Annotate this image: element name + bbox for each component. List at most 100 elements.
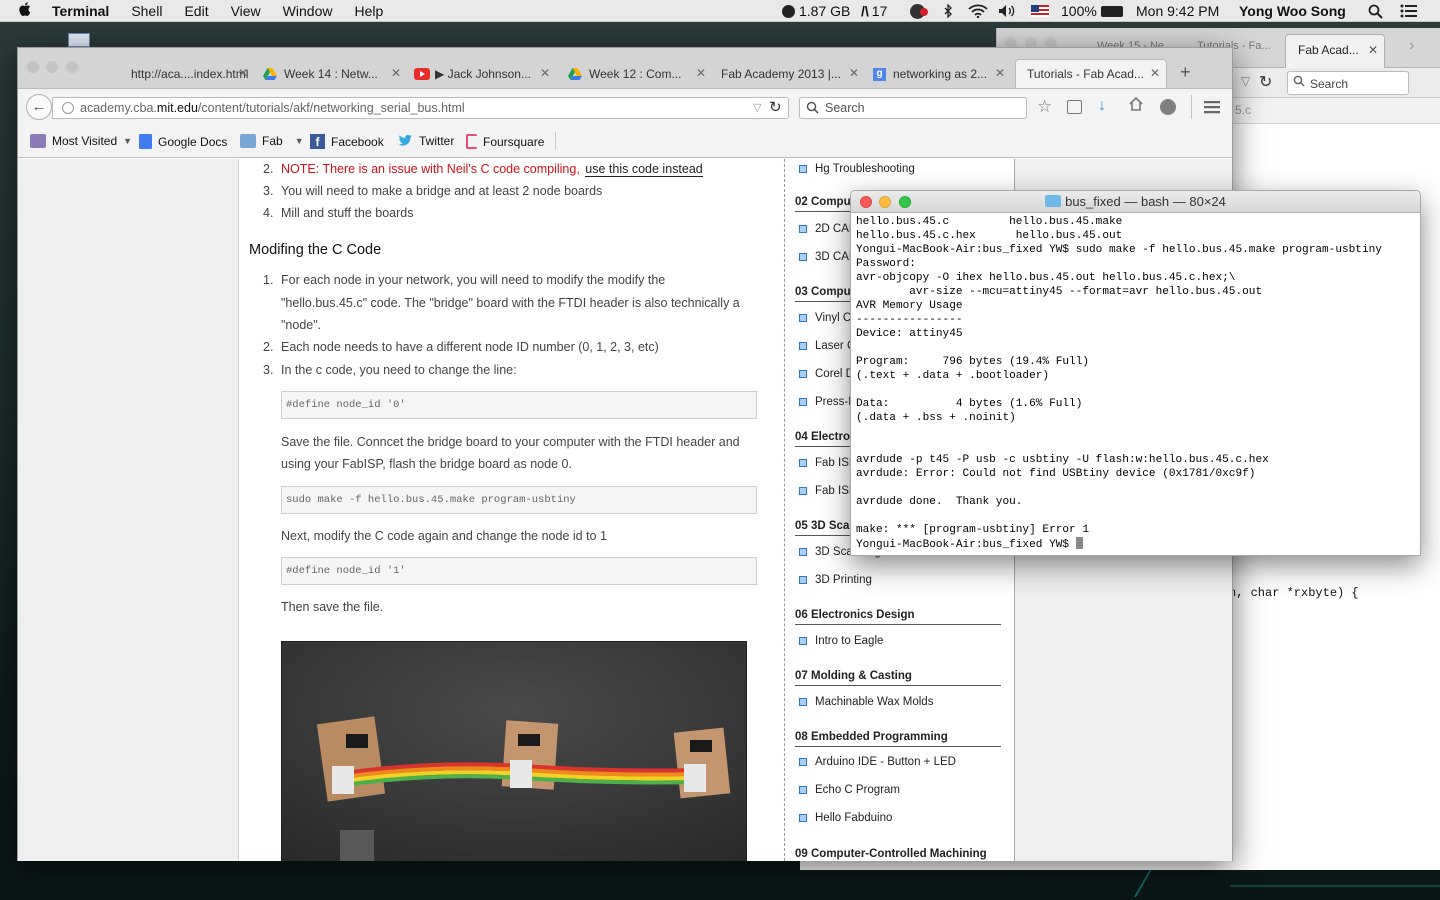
terminal-cursor[interactable]	[1075, 537, 1083, 549]
back-button-icon[interactable]: ←	[26, 94, 52, 120]
close-tab-icon[interactable]: ✕	[696, 66, 706, 80]
close-tab-icon[interactable]: ✕	[540, 66, 550, 80]
bluetooth-icon[interactable]	[944, 0, 953, 22]
sidebar-section-heading: 07 Molding & Casting	[795, 670, 1001, 686]
window-thumbnail-icon[interactable]	[68, 33, 90, 47]
downloads-icon[interactable]: ↓	[1098, 97, 1106, 115]
sidebar-link[interactable]: Hg Troubleshooting	[799, 163, 915, 175]
browser-tab[interactable]: Fab Academy 2013 |... ✕	[721, 60, 859, 88]
sidebar-link[interactable]: Intro to Eagle	[799, 635, 883, 647]
bookmark-twitter[interactable]: Twitter	[397, 134, 454, 148]
code-block[interactable]: #define node_id '0'	[281, 391, 757, 419]
bookmark-most-visited[interactable]: Most Visited ▼	[30, 134, 132, 148]
browser-tab[interactable]: ▶ Jack Johnson... ✕	[414, 60, 550, 88]
social-chat-icon[interactable]	[1160, 99, 1176, 115]
url-bar[interactable]: academy.cba.mit.edu/content/tutorials/ak…	[52, 97, 789, 119]
bookmark-google-docs[interactable]: Google Docs	[139, 134, 227, 149]
step-text: Each node needs to have a different node…	[281, 340, 659, 354]
terminal-title-bar[interactable]: bus_fixed — bash — 80×24	[851, 191, 1420, 213]
browser-tab[interactable]: Week 14 : Netw... ✕	[263, 60, 401, 88]
tab-label: Week 14 : Netw...	[284, 67, 378, 81]
apple-menu-icon[interactable]	[18, 1, 32, 21]
sidebar-link[interactable]: Arduino IDE - Button + LED	[799, 756, 956, 768]
app-menu-terminal[interactable]: Terminal	[52, 3, 109, 19]
tab-label: http://aca....index.html	[131, 67, 248, 81]
spotlight-search-icon[interactable]	[1368, 0, 1383, 22]
sidebar-link[interactable]: Fab ISP	[799, 485, 857, 497]
bullet-icon	[799, 253, 807, 261]
wifi-icon[interactable]	[968, 0, 988, 22]
close-tab-icon[interactable]: ✕	[238, 66, 248, 80]
bookmark-fab[interactable]: Fab ▼	[240, 134, 304, 148]
menu-help[interactable]: Help	[354, 3, 383, 19]
minimize-window-button[interactable]	[46, 61, 58, 73]
memory-status[interactable]: 1.87 GB	[782, 0, 850, 22]
terminal-line: Password:	[856, 258, 916, 270]
code-block[interactable]: sudo make -f hello.bus.45.make program-u…	[281, 486, 757, 514]
bookmark-star-icon[interactable]: ☆	[1037, 97, 1052, 117]
clock[interactable]: Mon 9:42 PM	[1136, 0, 1219, 22]
volume-icon[interactable]	[998, 0, 1016, 22]
history-dropdown-icon[interactable]: ▽	[753, 101, 761, 114]
hamburger-menu-icon[interactable]	[1204, 100, 1220, 119]
menu-view[interactable]: View	[231, 3, 261, 19]
reading-list-icon[interactable]	[1067, 100, 1082, 114]
sidebar-link[interactable]: 2D CAD	[799, 223, 857, 235]
bullet-icon	[799, 225, 807, 233]
menu-edit[interactable]: Edit	[184, 3, 208, 19]
google-docs-icon	[139, 134, 152, 149]
close-window-button[interactable]	[27, 61, 39, 73]
terminal-window[interactable]: bus_fixed — bash — 80×24 hello.bus.45.c …	[850, 190, 1421, 556]
new-tab-plus-icon[interactable]: +	[1180, 62, 1191, 83]
sidebar-link[interactable]: 3D CAD	[799, 251, 857, 263]
background-search-box[interactable]: Search	[1287, 71, 1409, 95]
browser-tab[interactable]: http://aca....index.html ✕	[110, 60, 248, 88]
paragraph-text: Next, modify the C code again and change…	[281, 529, 607, 543]
user-name[interactable]: Yong Woo Song	[1239, 0, 1346, 22]
bullet-icon	[799, 459, 807, 467]
terminal-output[interactable]: hello.bus.45.c hello.bus.45.make hello.b…	[856, 215, 1420, 552]
menu-shell[interactable]: Shell	[131, 3, 162, 19]
use-this-code-link[interactable]: use this code instead	[585, 162, 703, 177]
sidebar-link[interactable]: Hello Fabduino	[799, 812, 892, 824]
notification-icon[interactable]	[910, 0, 928, 22]
notification-center-icon[interactable]	[1400, 0, 1418, 22]
close-tab-icon[interactable]: ✕	[849, 66, 859, 80]
browser-tab[interactable]: g networking as 2... ✕	[873, 60, 1005, 88]
dropdown-icon[interactable]: ▽	[1241, 74, 1250, 88]
bullet-icon	[799, 314, 807, 322]
tab-label: networking as 2...	[893, 67, 988, 81]
background-editor-strip	[800, 860, 1000, 870]
close-tab-icon[interactable]: ✕	[1368, 43, 1378, 57]
sidebar-link[interactable]: Fab ISP	[799, 457, 857, 469]
sidebar-link[interactable]: Machinable Wax Molds	[799, 696, 933, 708]
home-icon[interactable]	[1128, 96, 1144, 117]
step-text: Mill and stuff the boards	[281, 206, 414, 220]
cpu-status[interactable]: /\ 17	[861, 0, 887, 22]
terminal-line: hello.bus.45.c hello.bus.45.make	[856, 216, 1123, 228]
note-warning-text: NOTE: There is an issue with Neil's C co…	[281, 162, 580, 176]
code-block[interactable]: #define node_id '1'	[281, 557, 757, 585]
sidebar-link[interactable]: Echo C Program	[799, 784, 900, 796]
us-flag-icon[interactable]	[1031, 0, 1049, 22]
menu-window[interactable]: Window	[283, 3, 333, 19]
battery-status[interactable]: 100%	[1061, 0, 1123, 22]
terminal-line: avr-size --mcu=attiny45 --format=avr hel…	[909, 286, 1263, 298]
background-tab-active[interactable]: Fab Acad... ✕	[1285, 34, 1385, 68]
cpu-value: 17	[871, 3, 888, 19]
bookmark-foursquare[interactable]: Foursquare	[466, 134, 544, 149]
zoom-window-button[interactable]	[66, 61, 78, 73]
sidebar-section-heading: 06 Electronics Design	[795, 609, 1001, 625]
reload-icon[interactable]: ↻	[769, 98, 782, 116]
terminal-line: Data: 4 bytes (1.6% Full)	[856, 398, 1083, 410]
browser-tab[interactable]: Week 12 : Com... ✕	[568, 60, 706, 88]
close-tab-icon[interactable]: ✕	[995, 66, 1005, 80]
close-tab-icon[interactable]: ✕	[1150, 66, 1160, 80]
search-box[interactable]: Search	[799, 97, 1027, 119]
sidebar-link[interactable]: 3D Printing	[799, 574, 872, 586]
scroll-tabs-right-icon[interactable]: ›	[1409, 37, 1414, 55]
close-tab-icon[interactable]: ✕	[391, 66, 401, 80]
reload-icon[interactable]: ↻	[1259, 72, 1272, 92]
browser-tab-active[interactable]: Tutorials - Fab Acad... ✕	[1015, 59, 1167, 88]
bookmark-facebook[interactable]: f Facebook	[310, 134, 384, 149]
